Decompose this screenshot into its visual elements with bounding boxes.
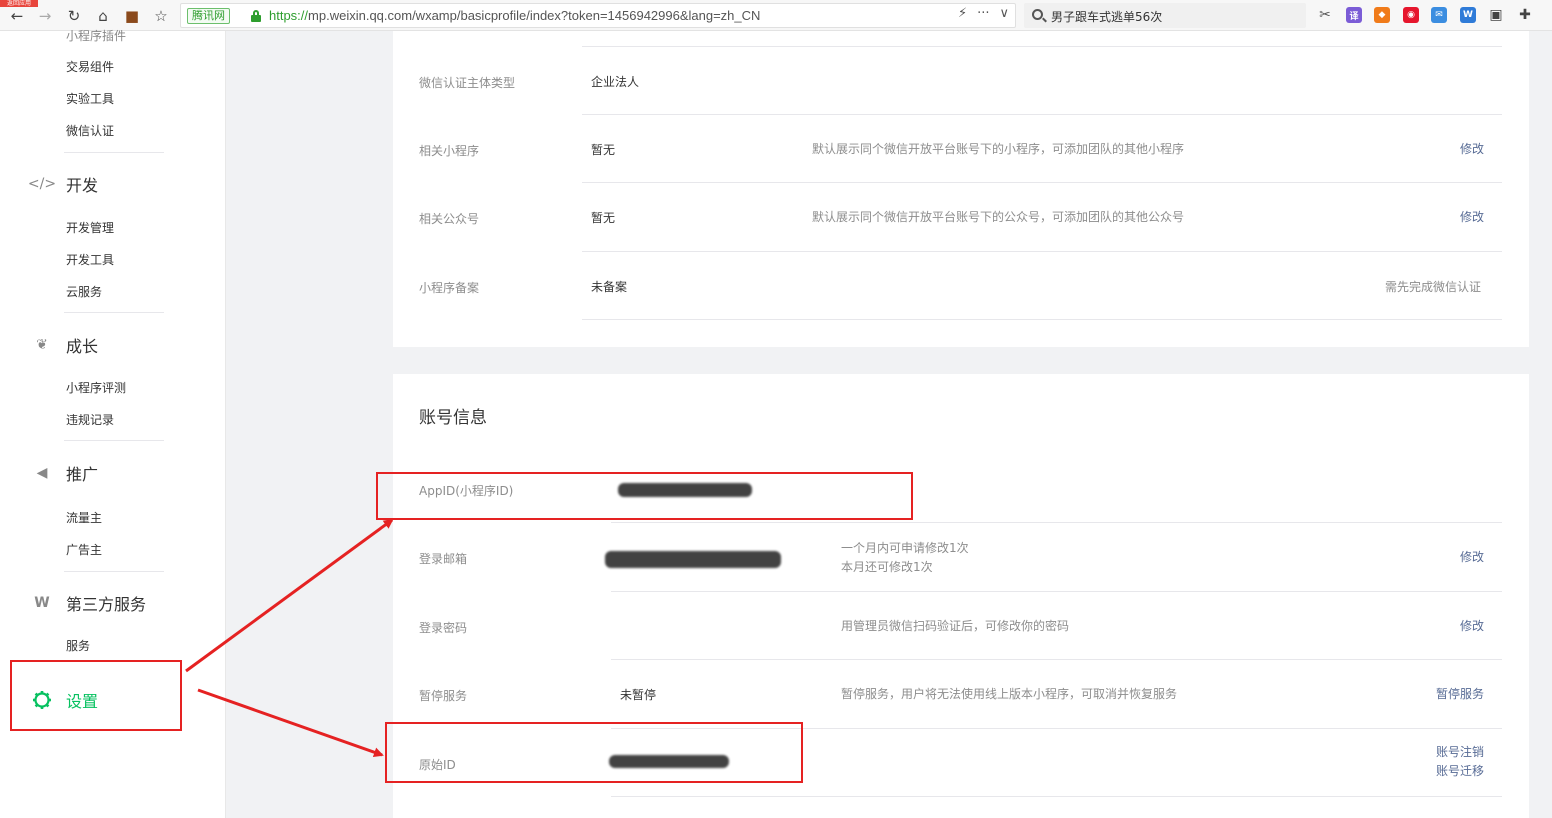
sidebar-item-certification[interactable]: 微信认证 [66,122,114,139]
redacted-email [605,551,781,568]
browser-toolbar: 返回应用 ← → ↻ ⌂ ■ ☆ 腾讯网 https://mp.weixin.q… [0,0,1552,31]
cut-icon[interactable]: ✂ [1317,7,1333,23]
url-text[interactable]: https://mp.weixin.qq.com/wxamp/basicprof… [269,8,760,23]
row-label: 微信认证主体类型 [419,76,516,90]
row-divider [582,182,1502,183]
address-bar[interactable]: 腾讯网 https://mp.weixin.qq.com/wxamp/basic… [180,3,1016,28]
row-divider [611,659,1502,660]
chevron-down-icon[interactable]: ∨ [999,6,1009,21]
sprout-icon: ❦ [36,337,48,353]
row-value: 暂无 [591,143,616,157]
sidebar-divider [64,440,164,441]
search-text[interactable]: 男子跟车式逃单56次 [1051,8,1162,25]
account-cancel-link[interactable]: 账号注销 [1436,743,1484,762]
row-label: 小程序备案 [419,281,480,295]
row-divider [582,114,1502,115]
password-label: 登录密码 [419,621,468,635]
browser-search-box[interactable]: 男子跟车式逃单56次 [1024,3,1306,28]
pause-label: 暂停服务 [419,689,468,703]
weibo-icon[interactable]: ◉ [1403,7,1419,23]
fox-icon[interactable]: ◆ [1374,7,1390,23]
email-desc-1: 一个月内可申请修改1次 [841,541,969,555]
sidebar-group-third-party[interactable]: W 第三方服务 [32,591,146,615]
original-id-highlight-box [385,722,803,783]
sidebar-item-trade[interactable]: 交易组件 [66,58,114,75]
reload-icon[interactable]: ↻ [63,5,85,27]
more-icon[interactable]: ··· [977,6,989,21]
megaphone-icon: ◀ [36,465,48,481]
appid-highlight-box [376,472,913,520]
sidebar-group-promotion[interactable]: ◀ 推广 [32,461,98,485]
briefcase-icon[interactable]: ■ [121,5,143,27]
modify-password-link[interactable]: 修改 [1460,617,1484,636]
basic-info-card [393,31,1529,347]
row-divider [582,46,1502,47]
sidebar-group-growth[interactable]: ❦ 成长 [32,333,98,357]
filing-hint: 需先完成微信认证 [1385,280,1482,294]
sidebar-item-violations[interactable]: 违规记录 [66,411,114,428]
pause-service-link[interactable]: 暂停服务 [1436,685,1484,704]
section-title: 账号信息 [419,408,487,428]
modify-related-accounts-link[interactable]: 修改 [1460,208,1484,227]
code-icon: </> [27,176,57,192]
email-desc-2: 本月还可修改1次 [841,560,933,574]
mail-icon[interactable]: ✉ [1431,7,1447,23]
search-icon [1032,9,1043,20]
settings-highlight-box [10,660,182,731]
row-divider [582,251,1502,252]
w-icon[interactable]: W [1460,7,1476,23]
row-divider [582,319,1502,320]
sidebar-item-cloud[interactable]: 云服务 [66,283,102,300]
translate-icon[interactable]: 译 [1346,7,1362,23]
third-party-icon: W [34,595,50,611]
email-label: 登录邮箱 [419,552,468,566]
row-label: 相关小程序 [419,144,480,158]
sidebar-item-advertiser[interactable]: 广告主 [66,541,102,558]
row-value: 企业法人 [591,75,640,89]
favorites-icon[interactable]: ☆ [150,5,172,27]
sidebar-item-dev-tools[interactable]: 开发工具 [66,251,114,268]
sidebar-divider [64,152,164,153]
row-desc: 默认展示同个微信开放平台账号下的公众号，可添加团队的其他公众号 [812,210,1185,224]
account-migrate-link[interactable]: 账号迁移 [1436,762,1484,781]
puzzle-icon[interactable]: ✚ [1517,7,1533,23]
home-icon[interactable]: ⌂ [92,5,114,27]
modify-email-link[interactable]: 修改 [1460,548,1484,567]
window-icon[interactable]: ▣ [1488,7,1504,23]
modify-related-miniprograms-link[interactable]: 修改 [1460,140,1484,159]
row-value: 暂无 [591,211,616,225]
password-desc: 用管理员微信扫码验证后，可修改你的密码 [841,619,1070,633]
lightning-icon[interactable]: ⚡ [958,6,967,21]
lock-icon [251,10,261,22]
back-icon[interactable]: ← [6,5,28,27]
row-desc: 默认展示同个微信开放平台账号下的小程序，可添加团队的其他小程序 [812,142,1185,156]
sidebar-item-evaluation[interactable]: 小程序评测 [66,379,126,396]
pause-value: 未暂停 [620,688,657,702]
row-label: 相关公众号 [419,212,480,226]
sidebar-divider [64,312,164,313]
pause-desc: 暂停服务，用户将无法使用线上版本小程序，可取消并恢复服务 [841,687,1178,701]
row-value: 未备案 [591,280,628,294]
row-divider [611,522,1502,523]
sidebar-item-traffic[interactable]: 流量主 [66,509,102,526]
sidebar-item-dev-manage[interactable]: 开发管理 [66,219,114,236]
sidebar-group-dev[interactable]: </> 开发 [27,172,98,196]
row-divider [611,796,1502,797]
forward-icon[interactable]: → [34,5,56,27]
sidebar-item-experiment[interactable]: 实验工具 [66,90,114,107]
sidebar-item-service[interactable]: 服务 [66,637,90,654]
row-divider [611,591,1502,592]
site-cert-badge: 腾讯网 [187,8,230,24]
sidebar-divider [64,571,164,572]
sidebar-item-plugins[interactable]: 小程序插件 [66,27,126,44]
